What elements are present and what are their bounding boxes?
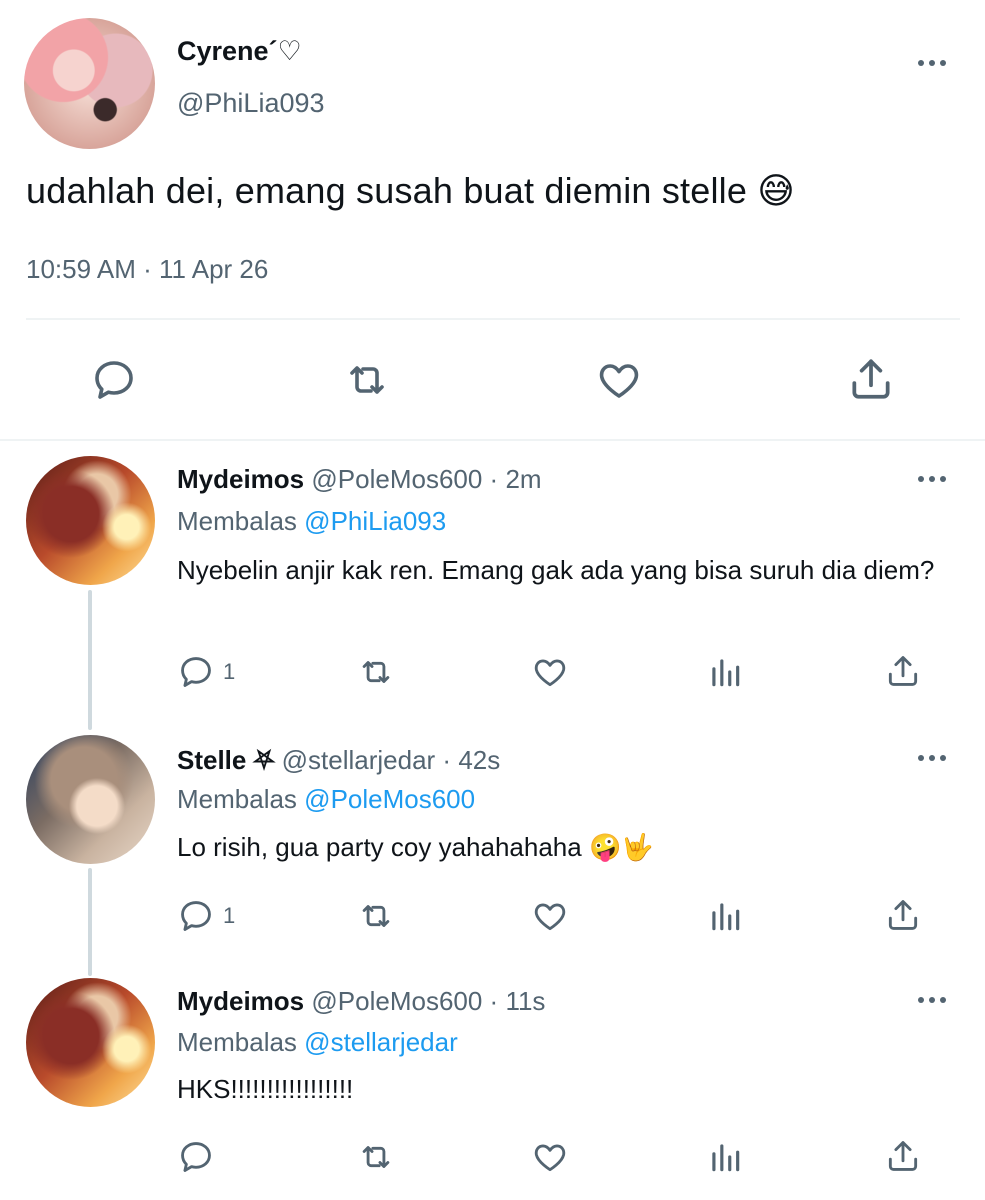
replying-label: Membalas: [177, 784, 297, 814]
author-handle[interactable]: @PhiLia093: [177, 88, 325, 119]
like-button[interactable]: [594, 356, 644, 404]
author-name[interactable]: Mydeimos: [177, 464, 304, 494]
views-button[interactable]: [706, 1138, 744, 1176]
author-name[interactable]: Stelle ⛧: [177, 745, 274, 775]
more-icon[interactable]: [912, 467, 952, 491]
reply-tweet: Mydeimos @PoleMos600 · 11s Membalas @ste…: [0, 972, 985, 1200]
tweet-thread-page: Cyrene´♡ @PhiLia093 udahlah dei, emang s…: [0, 0, 985, 1200]
reply-count: 1: [223, 659, 236, 684]
replying-label: Membalas: [177, 506, 297, 536]
meta-separator: ·: [135, 254, 159, 284]
reply-icon: [95, 361, 133, 399]
author-name[interactable]: Cyrene´♡: [177, 36, 302, 67]
like-icon: [534, 1144, 566, 1172]
author-handle[interactable]: @stellarjedar: [282, 745, 436, 775]
like-button[interactable]: [530, 653, 570, 691]
retweet-button[interactable]: [355, 1138, 397, 1176]
author-name[interactable]: Mydeimos: [177, 986, 304, 1016]
retweet-button[interactable]: [355, 653, 397, 691]
mention-link[interactable]: @stellarjedar: [304, 1027, 458, 1057]
views-icon: [712, 1144, 740, 1172]
retweet-button[interactable]: [355, 897, 397, 935]
avatar[interactable]: [24, 18, 155, 149]
share-button[interactable]: [884, 1136, 922, 1176]
divider: [26, 318, 960, 320]
views-button[interactable]: [706, 653, 744, 691]
share-button[interactable]: [884, 895, 922, 935]
like-icon: [534, 659, 566, 687]
reply-time[interactable]: 11s: [505, 986, 545, 1016]
mention-link[interactable]: @PhiLia093: [304, 506, 446, 536]
reply-icon: [181, 901, 211, 931]
share-button[interactable]: [884, 651, 922, 691]
reply-tweet: Stelle ⛧ @stellarjedar · 42s Membalas @P…: [0, 729, 985, 979]
share-icon: [852, 359, 890, 399]
retweet-icon: [362, 1146, 390, 1168]
divider: [0, 439, 985, 441]
reply-tweet: Mydeimos @PoleMos600 · 2m Membalas @PhiL…: [0, 450, 985, 720]
tweet-text: udahlah dei, emang susah buat diemin ste…: [26, 170, 796, 211]
reply-icon: [181, 1142, 211, 1172]
reply-time[interactable]: 42s: [458, 745, 500, 775]
mention-link[interactable]: @PoleMos600: [304, 784, 475, 814]
reply-text: HKS!!!!!!!!!!!!!!!!!: [177, 1074, 354, 1104]
like-icon: [599, 364, 639, 398]
like-icon: [534, 903, 566, 931]
views-button[interactable]: [706, 897, 744, 935]
like-button[interactable]: [530, 897, 570, 935]
avatar[interactable]: [26, 456, 155, 585]
replying-to: Membalas @stellarjedar: [177, 1027, 458, 1058]
tweet-timestamp[interactable]: 10:59 AM · 11 Apr 26: [26, 254, 268, 285]
more-icon[interactable]: [912, 51, 952, 75]
reply-text: Nyebelin anjir kak ren. Emang gak ada ya…: [177, 555, 935, 585]
reply-button[interactable]: 1: [177, 897, 235, 935]
reply-header: Mydeimos @PoleMos600 · 2m: [177, 464, 542, 494]
like-button[interactable]: [530, 1138, 570, 1176]
share-icon: [888, 1141, 918, 1171]
reply-icon: [181, 657, 211, 687]
retweet-icon: [350, 366, 384, 394]
reply-header: Stelle ⛧ @stellarjedar · 42s: [177, 745, 501, 775]
views-icon: [712, 659, 740, 687]
reply-count: 1: [223, 903, 236, 928]
share-button[interactable]: [846, 354, 896, 404]
reply-time[interactable]: 2m: [505, 464, 541, 494]
replying-to: Membalas @PhiLia093: [177, 506, 446, 537]
retweet-icon: [362, 661, 390, 683]
reply-text: Lo risih, gua party coy yahahahaha 🤪🤟: [177, 832, 654, 862]
author-handle[interactable]: @PoleMos600: [311, 464, 482, 494]
author-handle[interactable]: @PoleMos600: [311, 986, 482, 1016]
replying-label: Membalas: [177, 1027, 297, 1057]
more-icon[interactable]: [912, 988, 952, 1012]
avatar[interactable]: [26, 978, 155, 1107]
views-icon: [712, 903, 740, 931]
tweet-time: 10:59 AM: [26, 254, 136, 284]
replying-to: Membalas @PoleMos600: [177, 784, 475, 815]
reply-button[interactable]: 1: [177, 653, 235, 691]
reply-button[interactable]: [177, 1138, 215, 1176]
retweet-icon: [362, 905, 390, 927]
main-tweet: Cyrene´♡ @PhiLia093 udahlah dei, emang s…: [0, 0, 985, 441]
retweet-button[interactable]: [340, 356, 394, 404]
share-icon: [888, 900, 918, 930]
tweet-date: 11 Apr 26: [158, 254, 269, 284]
share-icon: [888, 656, 918, 686]
avatar[interactable]: [26, 735, 155, 864]
reply-button[interactable]: [89, 356, 139, 404]
more-icon[interactable]: [912, 746, 952, 770]
reply-header: Mydeimos @PoleMos600 · 11s: [177, 986, 546, 1016]
